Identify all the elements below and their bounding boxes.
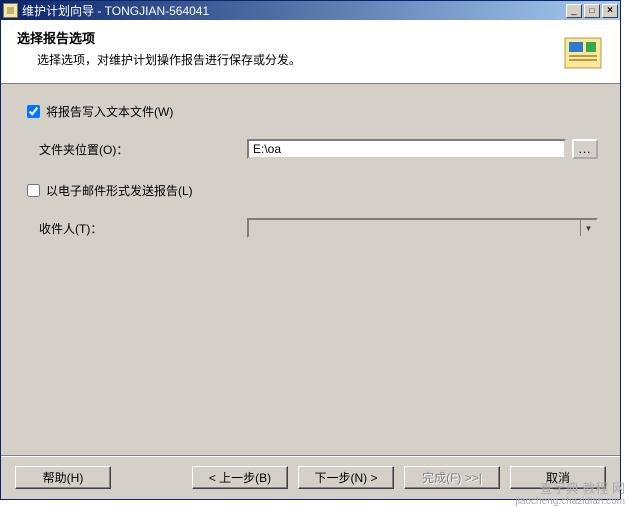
window-title: 维护计划向导 - TONGJIAN-564041 xyxy=(22,2,564,19)
email-report-checkbox[interactable] xyxy=(27,184,40,197)
window-controls: _ □ × xyxy=(564,4,618,18)
content-area: 将报告写入文本文件(W) 文件夹位置(O)： ... 以电子邮件形式发送报告(L… xyxy=(1,84,620,455)
server-icon xyxy=(560,26,610,76)
finish-button: 完成(F) >>| xyxy=(404,466,500,489)
maximize-button[interactable]: □ xyxy=(584,4,600,18)
wizard-header: 选择报告选项 选择选项，对维护计划操作报告进行保存或分发。 xyxy=(1,20,620,84)
chevron-down-icon: ▼ xyxy=(580,220,596,236)
minimize-button[interactable]: _ xyxy=(566,4,582,18)
header-text: 选择报告选项 选择选项，对维护计划操作报告进行保存或分发。 xyxy=(1,20,560,83)
help-button[interactable]: 帮助(H) xyxy=(15,466,111,489)
back-button[interactable]: < 上一步(B) xyxy=(192,466,288,489)
write-report-label: 将报告写入文本文件(W) xyxy=(46,103,173,120)
cancel-button[interactable]: 取消 xyxy=(510,466,606,489)
write-report-checkbox[interactable] xyxy=(27,105,40,118)
recipient-combo: ▼ xyxy=(247,218,598,238)
write-report-row: 将报告写入文本文件(W) xyxy=(23,102,598,121)
header-description: 选择选项，对维护计划操作报告进行保存或分发。 xyxy=(37,51,560,68)
browse-button[interactable]: ... xyxy=(572,139,598,159)
header-title: 选择报告选项 xyxy=(17,28,560,47)
next-button[interactable]: 下一步(N) > xyxy=(298,466,394,489)
titlebar: 维护计划向导 - TONGJIAN-564041 _ □ × xyxy=(1,1,620,20)
close-button[interactable]: × xyxy=(602,4,618,18)
wizard-button-bar: 帮助(H) < 上一步(B) 下一步(N) > 完成(F) >>| 取消 xyxy=(1,455,620,499)
wizard-window: 维护计划向导 - TONGJIAN-564041 _ □ × 选择报告选项 选择… xyxy=(0,0,621,500)
email-report-row: 以电子邮件形式发送报告(L) xyxy=(23,181,598,200)
app-icon xyxy=(3,3,18,18)
recipient-row: 收件人(T)： ▼ xyxy=(39,218,598,238)
folder-label: 文件夹位置(O)： xyxy=(39,141,247,158)
recipient-label: 收件人(T)： xyxy=(39,220,247,237)
email-report-label: 以电子邮件形式发送报告(L) xyxy=(46,182,193,199)
folder-row: 文件夹位置(O)： ... xyxy=(39,139,598,159)
folder-input[interactable] xyxy=(247,139,566,159)
